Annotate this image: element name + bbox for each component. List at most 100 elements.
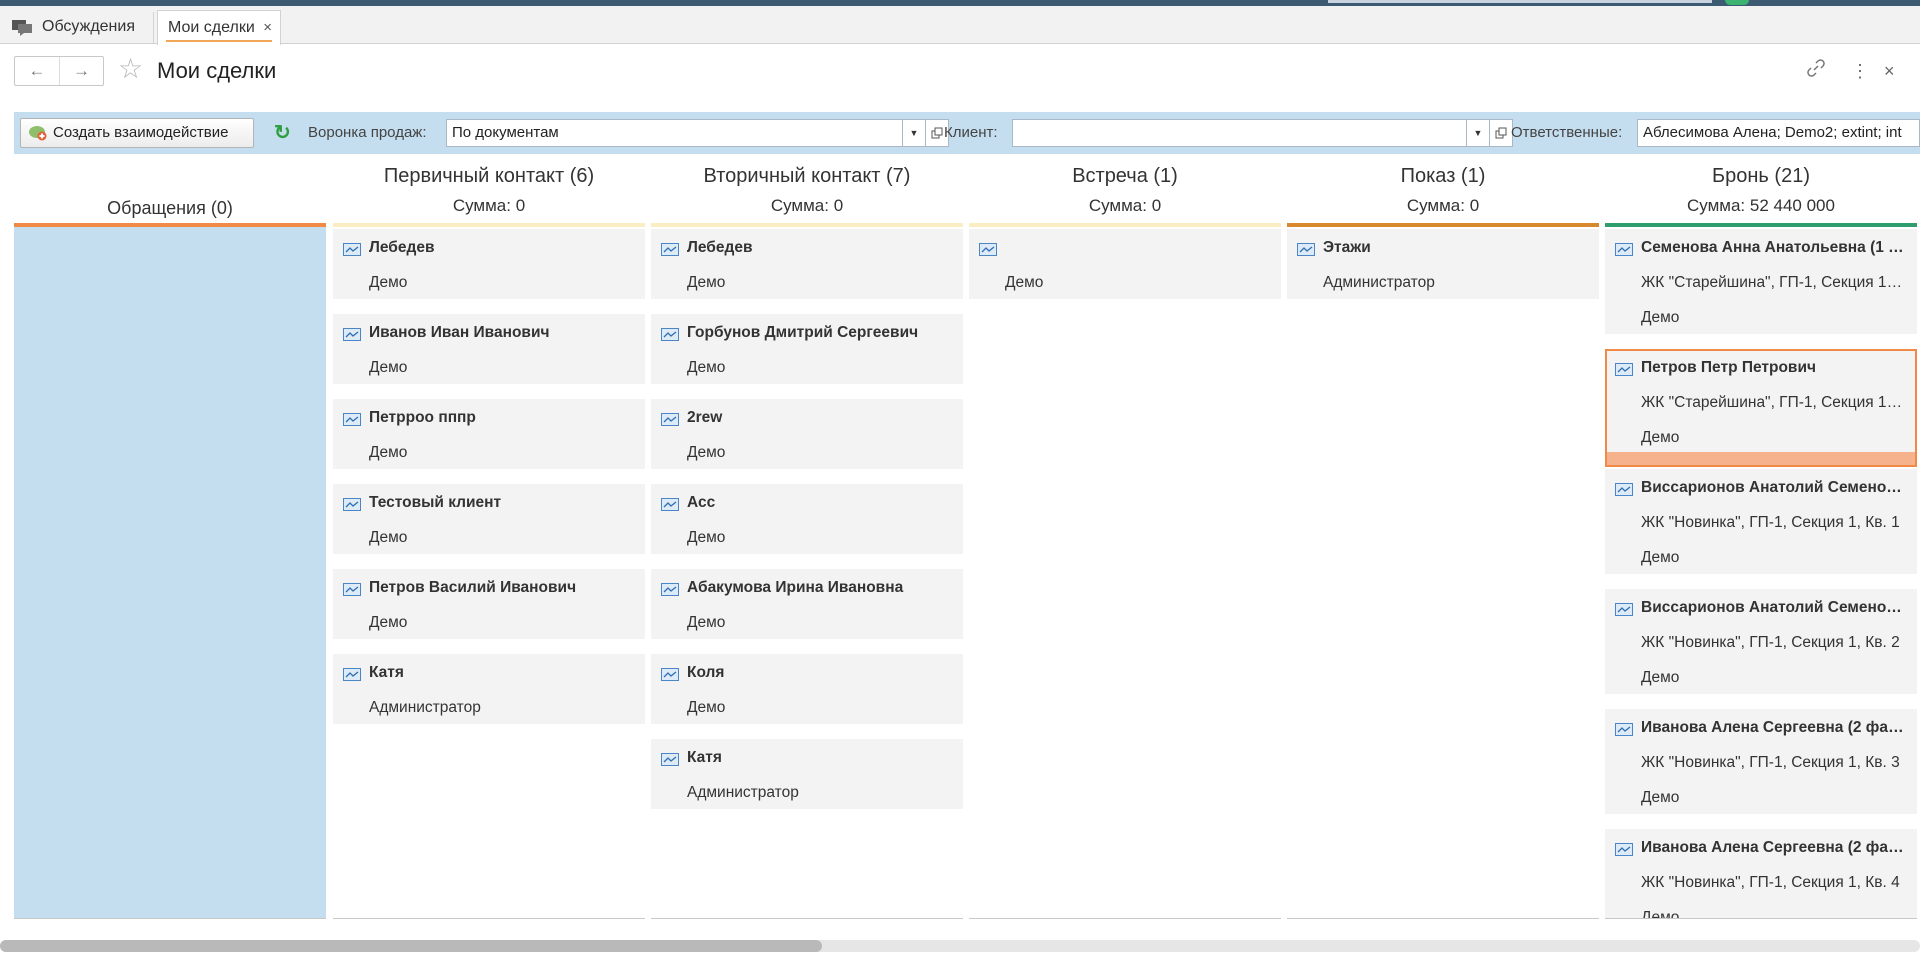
deal-card-title: Виссарионов Анатолий Семенович <box>1641 479 1905 496</box>
deal-card[interactable]: Лебедев Демо <box>333 229 645 299</box>
deal-card[interactable]: Этажи Администратор <box>1287 229 1599 299</box>
refresh-icon[interactable]: ↻ <box>274 120 291 146</box>
deal-card[interactable]: Иванов Иван Иванович Демо <box>333 314 645 384</box>
deal-card-selected[interactable]: Петров Петр Петрович ЖК "Старейшина", ГП… <box>1605 349 1917 467</box>
deal-card[interactable]: Петров Василий Иванович Демо <box>333 569 645 639</box>
back-button[interactable]: ← <box>15 57 59 85</box>
status-indicator-icon <box>1725 0 1749 5</box>
column-header: Показ (1) Сумма: 0 <box>1287 154 1599 227</box>
tab-my-deals[interactable]: Мои сделки × <box>157 10 281 45</box>
open-form-icon <box>1495 127 1507 139</box>
create-interaction-button[interactable]: Создать взаимодействие <box>20 118 254 148</box>
deal-card[interactable]: Асс Демо <box>651 484 963 554</box>
deal-card-detail: Демо <box>1641 309 1680 326</box>
column-title: Обращения (0) <box>107 198 233 218</box>
funnel-select[interactable]: По документам <box>446 119 904 147</box>
tab-my-deals-label: Мои сделки <box>168 19 255 36</box>
column-body: Семенова Анна Анатольевна (1 фазан) ЖК "… <box>1605 227 1917 919</box>
page-title: Мои сделки <box>157 58 277 83</box>
deal-icon <box>661 668 679 681</box>
deal-card[interactable]: 2rew Демо <box>651 399 963 469</box>
deal-card[interactable]: Иванова Алена Сергеевна (2 фазан) ЖК "Но… <box>1605 709 1917 814</box>
selection-highlight <box>1607 452 1915 465</box>
discussions-icon <box>12 20 32 36</box>
deal-card-title: Асс <box>687 494 716 511</box>
deal-card[interactable]: Семенова Анна Анатольевна (1 фазан) ЖК "… <box>1605 229 1917 334</box>
deal-icon <box>1615 483 1633 496</box>
deal-icon <box>661 583 679 596</box>
deal-card[interactable]: Коля Демо <box>651 654 963 724</box>
deal-card[interactable]: Виссарионов Анатолий Семенович ЖК "Новин… <box>1605 469 1917 574</box>
deal-icon <box>661 498 679 511</box>
deal-icon <box>343 668 361 681</box>
kanban-board: Обращения (0) Первичный контакт (6) Сумм… <box>0 154 1920 924</box>
deal-icon <box>661 243 679 256</box>
scrollbar-thumb[interactable] <box>0 940 822 952</box>
deal-card[interactable]: Катя Администратор <box>651 739 963 809</box>
link-icon[interactable] <box>1806 58 1826 85</box>
deal-card-title: Горбунов Дмитрий Сергеевич <box>687 324 919 341</box>
deal-card-detail: ЖК "Новинка", ГП-1, Секция 1, Кв. 3 <box>1641 754 1900 771</box>
column-secondary-contact: Вторичный контакт (7) Сумма: 0 Лебедев Д… <box>651 154 963 919</box>
deal-card-detail: Демо <box>369 274 408 291</box>
client-dropdown-icon[interactable]: ▼ <box>1466 119 1490 147</box>
column-header: Вторичный контакт (7) Сумма: 0 <box>651 154 963 227</box>
create-interaction-label: Создать взаимодействие <box>53 124 229 141</box>
horizontal-scrollbar[interactable] <box>0 940 1920 952</box>
deal-card[interactable]: Петрроо пппр Демо <box>333 399 645 469</box>
column-sum: Сумма: 0 <box>770 196 844 215</box>
global-search-field[interactable] <box>1328 0 1712 3</box>
column-booking: Бронь (21) Сумма: 52 440 000 Семенова Ан… <box>1605 154 1917 919</box>
deal-card[interactable]: Иванова Алена Сергеевна (2 фазан) ЖК "Но… <box>1605 829 1917 918</box>
more-options-icon[interactable]: ⋮ <box>1851 58 1869 84</box>
deal-card-detail: Демо <box>369 614 408 631</box>
tab-bar: Обсуждения Мои сделки × <box>0 6 1920 45</box>
deal-card-title: Петров Василий Иванович <box>369 579 577 596</box>
deal-card[interactable]: Виссарионов Анатолий Семенович ЖК "Новин… <box>1605 589 1917 694</box>
deal-icon <box>1615 723 1633 736</box>
client-field[interactable] <box>1012 119 1468 147</box>
deal-card-title: Катя <box>687 749 722 766</box>
deal-card-detail: Демо <box>369 444 408 461</box>
deal-card-title: Петрроо пппр <box>369 409 476 426</box>
column-header: Встреча (1) Сумма: 0 <box>969 154 1281 227</box>
deal-icon <box>661 413 679 426</box>
deal-icon <box>1615 603 1633 616</box>
client-label: Клиент: <box>944 124 998 141</box>
column-body[interactable] <box>14 227 326 919</box>
filter-toolbar: Создать взаимодействие ↻ Воронка продаж:… <box>14 112 1920 154</box>
deal-card-detail: Демо <box>369 529 408 546</box>
tab-discussions[interactable]: Обсуждения <box>10 10 150 44</box>
close-page-icon[interactable]: × <box>1884 58 1895 84</box>
deal-card-title: Петров Петр Петрович <box>1641 359 1816 376</box>
deal-card-title: Лебедев <box>687 239 753 256</box>
deal-card[interactable]: Лебедев Демо <box>651 229 963 299</box>
funnel-dropdown-icon[interactable]: ▼ <box>902 119 926 147</box>
tab-divider <box>153 12 154 44</box>
responsible-field[interactable]: Аблесимова Алена; Demo2; extint; int <box>1637 119 1920 147</box>
client-open-icon[interactable] <box>1489 119 1513 147</box>
deal-card-title: Катя <box>369 664 404 681</box>
column-header: Первичный контакт (6) Сумма: 0 <box>333 154 645 227</box>
tab-active-indicator <box>166 40 272 42</box>
deal-card-detail: Администратор <box>369 699 481 716</box>
deal-card-detail: Демо <box>687 359 726 376</box>
column-header: Бронь (21) Сумма: 52 440 000 <box>1605 154 1917 227</box>
favorite-star-icon[interactable]: ☆ <box>118 54 143 84</box>
deal-card[interactable]: Абакумова Ирина Ивановна Демо <box>651 569 963 639</box>
deal-card-detail: Демо <box>687 529 726 546</box>
column-meeting: Встреча (1) Сумма: 0 Демо <box>969 154 1281 919</box>
deal-card[interactable]: Демо <box>969 229 1281 299</box>
column-title: Вторичный контакт (7) <box>703 165 911 187</box>
deal-card-detail: Демо <box>687 444 726 461</box>
forward-button[interactable]: → <box>59 57 103 85</box>
deal-card[interactable]: Горбунов Дмитрий Сергеевич Демо <box>651 314 963 384</box>
deal-card[interactable]: Тестовый клиент Демо <box>333 484 645 554</box>
tab-discussions-label: Обсуждения <box>42 18 135 35</box>
deal-icon <box>343 243 361 256</box>
deal-card-detail: Демо <box>687 274 726 291</box>
deal-card-detail: Администратор <box>687 784 799 801</box>
deal-card-detail: Демо <box>1641 669 1680 686</box>
deal-card[interactable]: Катя Администратор <box>333 654 645 724</box>
page-header: ← → ☆ Мои сделки ⋮ × <box>0 44 1920 110</box>
